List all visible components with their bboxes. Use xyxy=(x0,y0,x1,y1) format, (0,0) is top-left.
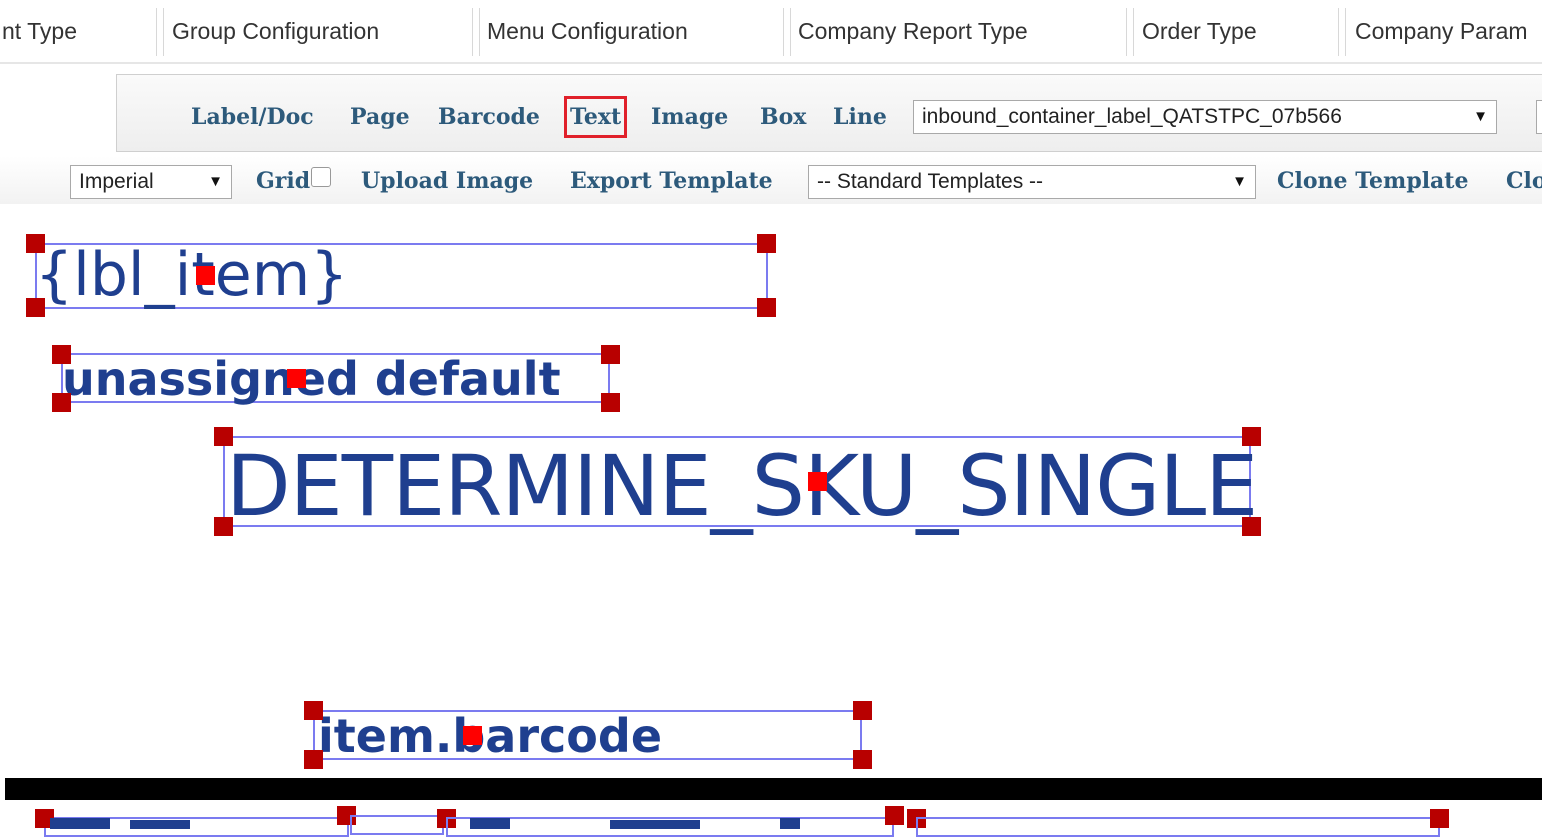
move-handle[interactable] xyxy=(463,726,482,745)
selection-box xyxy=(350,815,444,835)
resize-handle[interactable] xyxy=(1242,427,1261,446)
text-lbl-item: {lbl_item} xyxy=(35,240,349,310)
resize-handle[interactable] xyxy=(853,750,872,769)
resize-handle[interactable] xyxy=(304,701,323,720)
clone-template-button[interactable]: Clone Template xyxy=(1277,166,1468,196)
tab-company-report-type[interactable]: Company Report Type xyxy=(798,18,1028,44)
resize-handle[interactable] xyxy=(26,234,45,253)
tab-separator xyxy=(1338,8,1346,56)
text-determine-sku-single: DETERMINE_SKU_SINGLE xyxy=(226,437,1258,535)
tab-company-parameters[interactable]: Company Param xyxy=(1355,18,1528,44)
partial-text xyxy=(780,818,800,829)
tab-separator xyxy=(472,8,480,56)
move-handle[interactable] xyxy=(808,472,827,491)
tool-image[interactable]: Image xyxy=(651,102,728,132)
units-select[interactable]: Imperial ▼ xyxy=(70,165,232,199)
resize-handle[interactable] xyxy=(885,806,904,825)
partial-text xyxy=(130,820,190,829)
tab-group-configuration[interactable]: Group Configuration xyxy=(172,18,379,44)
standard-templates-value: -- Standard Templates -- xyxy=(817,170,1044,193)
dropdown-arrow-icon: ▼ xyxy=(1232,173,1247,190)
tool-barcode[interactable]: Barcode xyxy=(438,102,540,132)
template-select-value: inbound_container_label_QATSTPC_07b566 xyxy=(922,105,1342,128)
move-handle[interactable] xyxy=(287,369,306,388)
selection-box xyxy=(916,817,1440,837)
grid-checkbox[interactable] xyxy=(311,167,331,187)
export-template-button[interactable]: Export Template xyxy=(570,166,773,196)
line-object[interactable] xyxy=(5,778,1542,800)
top-tab-bar: nt Type Group Configuration Menu Configu… xyxy=(0,0,1542,64)
extra-input[interactable] xyxy=(1536,100,1542,134)
tab-order-type[interactable]: Order Type xyxy=(1142,18,1257,44)
resize-handle[interactable] xyxy=(853,701,872,720)
text-unassigned-default: unassigned default xyxy=(62,352,561,406)
tool-label-doc[interactable]: Label/Doc xyxy=(191,102,314,132)
resize-handle[interactable] xyxy=(1430,809,1449,828)
tool-text[interactable]: Text xyxy=(563,96,628,138)
tab-separator xyxy=(1126,8,1134,56)
resize-handle[interactable] xyxy=(757,234,776,253)
text-item-barcode: item.barcode xyxy=(318,709,663,763)
resize-handle[interactable] xyxy=(52,345,71,364)
standard-templates-select[interactable]: -- Standard Templates -- ▼ xyxy=(808,165,1256,199)
dropdown-arrow-icon: ▼ xyxy=(1473,108,1488,125)
tool-line[interactable]: Line xyxy=(833,102,887,132)
tab-menu-configuration[interactable]: Menu Configuration xyxy=(487,18,688,44)
grid-label: Grid xyxy=(256,168,311,194)
template-select[interactable]: inbound_container_label_QATSTPC_07b566 ▼ xyxy=(913,100,1497,134)
partial-text xyxy=(610,820,700,829)
close-button-cutoff[interactable]: Clo xyxy=(1506,166,1542,196)
dropdown-arrow-icon: ▼ xyxy=(208,173,223,190)
partial-text xyxy=(470,818,510,829)
move-handle[interactable] xyxy=(196,266,215,285)
partial-text xyxy=(50,818,110,829)
tool-box[interactable]: Box xyxy=(760,102,806,132)
resize-handle[interactable] xyxy=(214,427,233,446)
upload-image-button[interactable]: Upload Image xyxy=(361,166,533,196)
resize-handle[interactable] xyxy=(52,393,71,412)
tool-page[interactable]: Page xyxy=(350,102,410,132)
resize-handle[interactable] xyxy=(1242,517,1261,536)
resize-handle[interactable] xyxy=(757,298,776,317)
resize-handle[interactable] xyxy=(601,345,620,364)
units-select-value: Imperial xyxy=(79,170,154,193)
resize-handle[interactable] xyxy=(601,393,620,412)
resize-handle[interactable] xyxy=(26,298,45,317)
resize-handle[interactable] xyxy=(304,750,323,769)
tab-separator xyxy=(156,8,164,56)
resize-handle[interactable] xyxy=(214,517,233,536)
tab-separator xyxy=(783,8,791,56)
tab-type[interactable]: nt Type xyxy=(2,18,77,44)
